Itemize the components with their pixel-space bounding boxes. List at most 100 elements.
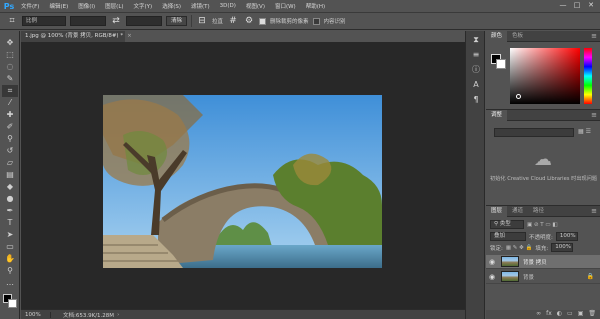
grid-overlay-icon[interactable]: # xyxy=(227,15,239,27)
zoom-tool-icon[interactable]: ⚲ xyxy=(2,265,18,277)
clear-button[interactable]: 清除 xyxy=(166,16,188,26)
height-field[interactable] xyxy=(126,16,162,26)
eyedropper-tool-icon[interactable]: ⁄ xyxy=(2,97,18,109)
menu-image[interactable]: 图像(I) xyxy=(73,2,100,10)
document-tab-title: 1.jpg @ 100% (背景 拷贝, RGB/8#) * xyxy=(25,33,124,39)
new-layer-icon[interactable]: ▣ xyxy=(578,310,584,319)
canvas-area[interactable] xyxy=(21,42,465,309)
background-color-swatch[interactable] xyxy=(8,299,17,308)
move-tool-icon[interactable]: ✥ xyxy=(2,37,18,49)
shape-tool-icon[interactable]: ▭ xyxy=(2,241,18,253)
eye-icon[interactable]: ◉ xyxy=(486,273,498,281)
menu-3d[interactable]: 3D(D) xyxy=(215,3,241,9)
menu-filter[interactable]: 滤镜(T) xyxy=(186,2,215,10)
menu-window[interactable]: 窗口(W) xyxy=(270,2,301,10)
link-layers-icon[interactable]: ∞ xyxy=(536,310,541,319)
filter-icons[interactable]: ▣ ⊘ T ▭ ◧ xyxy=(527,222,558,228)
document-tab[interactable]: 1.jpg @ 100% (背景 拷贝, RGB/8#) * × xyxy=(21,31,132,42)
menu-view[interactable]: 视图(V) xyxy=(241,2,270,10)
menu-select[interactable]: 选择(S) xyxy=(157,2,186,10)
lasso-tool-icon[interactable]: ◌ xyxy=(2,61,18,73)
gradient-tool-icon[interactable]: ▤ xyxy=(2,169,18,181)
close-tab-icon[interactable]: × xyxy=(127,33,132,39)
healing-tool-icon[interactable]: ✚ xyxy=(2,109,18,121)
tab-adjustments[interactable]: 调整 xyxy=(486,109,508,121)
color-picker-cursor[interactable] xyxy=(516,94,521,99)
color-panel-header: 颜色 色板 ≡ xyxy=(486,30,600,42)
crop-tool-icon[interactable]: ⌗ xyxy=(2,85,18,97)
dodge-tool-icon[interactable]: ● xyxy=(2,193,18,205)
fill-field[interactable]: 100% xyxy=(551,243,574,252)
eraser-tool-icon[interactable]: ▱ xyxy=(2,157,18,169)
delete-cropped-label[interactable]: 删除裁剪的像素 xyxy=(270,17,309,25)
menu-edit[interactable]: 编辑(E) xyxy=(44,2,73,10)
trash-icon[interactable]: 🗑 xyxy=(588,310,596,319)
library-view-icons[interactable]: ▦ ☰ xyxy=(578,128,591,135)
type-tool-icon[interactable]: T xyxy=(2,217,18,229)
lock-icons[interactable]: ▦ ✎ ✥ 🔒 xyxy=(506,245,533,251)
more-tools-icon[interactable]: … xyxy=(2,277,18,289)
zoom-level[interactable]: 100% xyxy=(21,311,51,318)
menu-type[interactable]: 文字(Y) xyxy=(129,2,158,10)
layer-row-background-copy[interactable]: ◉ 背景 拷贝 xyxy=(486,255,600,269)
gear-icon[interactable]: ⚙ xyxy=(243,15,255,27)
fill-label: 填充: xyxy=(535,245,549,252)
layer-thumbnail xyxy=(501,256,519,267)
tab-color[interactable]: 颜色 xyxy=(486,30,508,42)
history-panel-icon[interactable]: ⧗ xyxy=(468,33,484,46)
brush-tool-icon[interactable]: ✐ xyxy=(2,121,18,133)
library-select[interactable] xyxy=(494,128,574,137)
menu-file[interactable]: 文件(F) xyxy=(16,2,44,10)
cloud-error-message: 初始化 Creative Cloud Libraries 时出现问题 xyxy=(490,176,598,182)
layer-name[interactable]: 背景 拷贝 xyxy=(523,258,547,266)
layer-name[interactable]: 背景 xyxy=(523,273,534,281)
delete-cropped-checkbox[interactable] xyxy=(259,17,267,25)
menu-layer[interactable]: 图层(L) xyxy=(100,2,128,10)
pen-tool-icon[interactable]: ✒ xyxy=(2,205,18,217)
tab-swatches[interactable]: 色板 xyxy=(507,31,528,42)
paragraph-panel-icon[interactable]: ¶ xyxy=(468,93,484,106)
path-select-tool-icon[interactable]: ➤ xyxy=(2,229,18,241)
opacity-field[interactable]: 100% xyxy=(555,232,578,241)
swap-icon[interactable]: ⇄ xyxy=(110,15,122,27)
layer-style-icon[interactable]: fx xyxy=(546,310,552,319)
hue-slider[interactable] xyxy=(584,48,592,104)
background-color-chip[interactable] xyxy=(496,59,506,69)
tab-layers[interactable]: 图层 xyxy=(486,205,508,217)
layer-filter-select[interactable]: ⚲ 类型 xyxy=(490,220,524,229)
quick-select-tool-icon[interactable]: ✎ xyxy=(2,73,18,85)
maximize-button[interactable]: □ xyxy=(570,0,584,11)
character-panel-icon[interactable]: A xyxy=(468,78,484,91)
history-brush-tool-icon[interactable]: ↺ xyxy=(2,145,18,157)
crop-preset-icon[interactable]: ⌗ xyxy=(6,15,18,27)
straighten-label[interactable]: 拉直 xyxy=(212,17,223,25)
stamp-tool-icon[interactable]: ⚲ xyxy=(2,133,18,145)
content-aware-label[interactable]: 内容识别 xyxy=(324,17,346,25)
adjustment-layer-icon[interactable]: ◐ xyxy=(557,310,562,319)
minimize-button[interactable]: — xyxy=(556,0,570,11)
group-icon[interactable]: ▭ xyxy=(567,310,573,319)
blur-tool-icon[interactable]: ◆ xyxy=(2,181,18,193)
info-panel-icon[interactable]: ⓘ xyxy=(468,63,484,76)
status-menu-icon[interactable]: › xyxy=(117,312,119,318)
hand-tool-icon[interactable]: ✋ xyxy=(2,253,18,265)
straighten-icon[interactable]: ⊟ xyxy=(196,15,208,27)
content-aware-checkbox[interactable] xyxy=(312,17,320,25)
menu-help[interactable]: 帮助(H) xyxy=(301,2,330,10)
layer-row-background[interactable]: ◉ 背景 🔒 xyxy=(486,270,600,284)
eye-icon[interactable]: ◉ xyxy=(486,258,498,266)
width-field[interactable] xyxy=(70,16,106,26)
ratio-select[interactable]: 比例 xyxy=(22,16,66,26)
blend-mode-select[interactable]: 叠加 xyxy=(490,232,526,241)
close-button[interactable]: ✕ xyxy=(584,0,598,11)
panel-menu-icon[interactable]: ≡ xyxy=(591,32,597,40)
canvas-image[interactable] xyxy=(103,95,382,268)
tab-channels[interactable]: 通道 xyxy=(507,206,528,217)
marquee-tool-icon[interactable]: ⬚ xyxy=(2,49,18,61)
panel-menu-icon[interactable]: ≡ xyxy=(591,207,597,215)
layers-footer: ∞ fx ◐ ▭ ▣ 🗑 xyxy=(486,310,600,319)
properties-panel-icon[interactable]: ≡ xyxy=(468,48,484,61)
tab-paths[interactable]: 路径 xyxy=(528,206,549,217)
status-bar: 100% 文档:653.9K/1.28M › xyxy=(21,309,465,319)
panel-menu-icon[interactable]: ≡ xyxy=(591,111,597,119)
